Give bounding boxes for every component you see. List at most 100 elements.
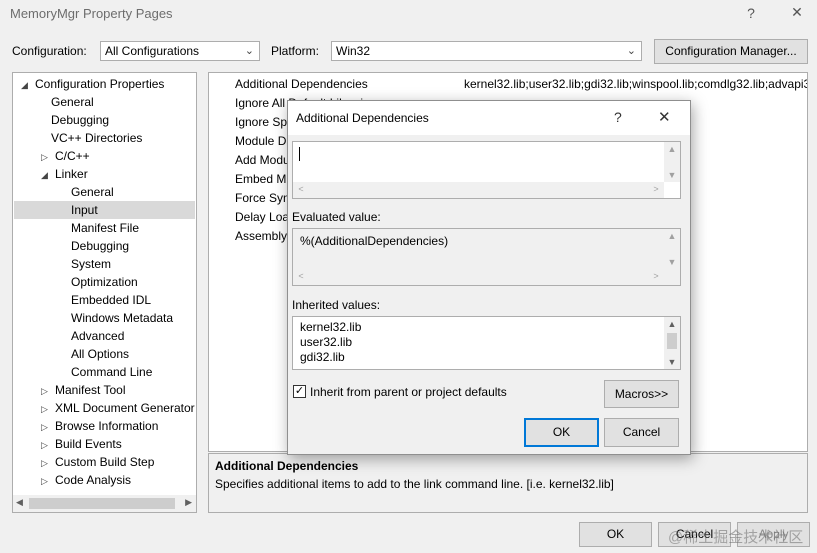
tree-scroll-thumb[interactable] — [29, 498, 175, 509]
dialog-ok-button[interactable]: OK — [524, 418, 599, 447]
tree-item-label: Optimization — [71, 275, 138, 289]
tree-item[interactable]: VC++ Directories — [51, 129, 142, 147]
scroll-up-icon[interactable]: ▲ — [664, 144, 680, 154]
tree-item[interactable]: ▷ Custom Build Step — [41, 453, 154, 471]
tree-item[interactable]: Command Line — [71, 363, 152, 381]
macros-button[interactable]: Macros>> — [604, 380, 679, 408]
dependencies-edit-box[interactable]: ▲ ▼ < > — [292, 141, 681, 199]
evaluated-horizontal-scrollbar: < > — [293, 269, 664, 285]
tree-item-label: System — [71, 257, 112, 271]
tree-item-label: XML Document Generator — [55, 401, 195, 415]
property-name[interactable]: Embed M — [235, 172, 286, 186]
text-caret — [299, 147, 300, 161]
expand-arrow-icon[interactable]: ▷ — [41, 148, 55, 166]
evaluated-vertical-scrollbar: ▲ ▼ — [664, 229, 680, 269]
chevron-down-icon: ⌄ — [244, 45, 254, 57]
ok-button[interactable]: OK — [579, 522, 652, 547]
tree-item[interactable]: Windows Metadata — [71, 309, 173, 327]
platform-label: Platform: — [271, 44, 320, 58]
tree-horizontal-scrollbar[interactable]: ◀ ▶ — [13, 495, 196, 512]
inherit-checkbox[interactable]: ✓ — [293, 385, 306, 398]
tree-item[interactable]: ▷ Manifest Tool — [41, 381, 125, 399]
tree-item-label: Windows Metadata — [71, 311, 174, 325]
dialog-cancel-button[interactable]: Cancel — [604, 418, 679, 447]
tree-item-label: Command Line — [71, 365, 153, 379]
scroll-down-icon[interactable]: ▼ — [664, 170, 680, 180]
property-value[interactable]: kernel32.lib;user32.lib;gdi32.lib;winspo… — [464, 77, 807, 91]
tree-item[interactable]: Optimization — [71, 273, 138, 291]
dialog-help-button[interactable]: ? — [614, 109, 622, 125]
property-name[interactable]: Delay Loa — [235, 210, 289, 224]
tree-item-label: Browse Information — [55, 419, 159, 433]
expand-arrow-icon[interactable]: ▷ — [41, 436, 55, 454]
tree-item[interactable]: ◢ Linker — [41, 165, 88, 183]
tree-item[interactable]: Input — [14, 201, 195, 219]
expand-arrow-icon[interactable]: ▷ — [41, 382, 55, 400]
expand-arrow-icon[interactable]: ▷ — [41, 418, 55, 436]
scroll-left-icon: < — [298, 271, 304, 281]
tree-item[interactable]: ▷ XML Document Generator — [41, 399, 195, 417]
evaluated-value-text: %(AdditionalDependencies) — [300, 234, 449, 248]
tree-item[interactable]: Debugging — [71, 237, 129, 255]
tree-item[interactable]: All Options — [71, 345, 129, 363]
expand-arrow-icon[interactable]: ▷ — [41, 472, 55, 490]
tree-item-label: Linker — [55, 167, 88, 181]
collapse-arrow-icon[interactable]: ◢ — [21, 76, 35, 94]
tree-item-label: Manifest Tool — [55, 383, 126, 397]
scroll-right-icon: > — [653, 271, 659, 281]
property-name[interactable]: Force Sym — [235, 191, 293, 205]
scroll-up-icon[interactable]: ▲ — [664, 319, 680, 329]
property-name[interactable]: Additional Dependencies — [235, 77, 368, 91]
scroll-right-icon[interactable]: > — [648, 184, 664, 194]
scroll-left-icon[interactable]: ◀ — [16, 497, 23, 508]
expand-arrow-icon[interactable]: ▷ — [41, 400, 55, 418]
help-button[interactable]: ? — [741, 5, 761, 21]
tree-item[interactable]: ▷ Build Events — [41, 435, 122, 453]
expand-arrow-icon[interactable]: ▷ — [41, 454, 55, 472]
property-tree[interactable]: ◢ Configuration Properties General Debuggin… — [12, 72, 197, 513]
scroll-down-icon: ▼ — [667, 257, 677, 267]
scroll-left-icon[interactable]: < — [293, 184, 309, 194]
tree-item[interactable]: ◢ Configuration Properties — [21, 75, 164, 93]
inherited-vertical-scrollbar[interactable]: ▲ ▼ — [664, 317, 680, 369]
inherit-checkbox-label[interactable]: Inherit from parent or project defaults — [310, 385, 507, 399]
tree-item[interactable]: Embedded IDL — [71, 291, 151, 309]
configuration-manager-button[interactable]: Configuration Manager... — [654, 39, 808, 64]
property-name[interactable]: Add Modu — [235, 153, 290, 167]
description-pane: Additional Dependencies Specifies additi… — [208, 453, 808, 513]
tree-item-label: Input — [71, 203, 98, 217]
tree-item[interactable]: System — [71, 255, 111, 273]
dialog-close-button[interactable]: ✕ — [658, 108, 671, 126]
configuration-label: Configuration: — [12, 44, 87, 58]
tree-item[interactable]: ▷ Code Analysis — [41, 471, 131, 489]
property-name[interactable]: Ignore Sp — [235, 115, 287, 129]
tree-item[interactable]: Advanced — [71, 327, 124, 345]
edit-horizontal-scrollbar[interactable]: < > — [293, 182, 664, 198]
inherited-value-item: user32.lib — [300, 335, 353, 349]
dialog-title: Additional Dependencies — [296, 111, 429, 125]
platform-dropdown[interactable]: Win32 ⌄ — [331, 41, 642, 61]
tree-item[interactable]: General — [71, 183, 114, 201]
inherited-values-label: Inherited values: — [292, 298, 381, 312]
configuration-dropdown[interactable]: All Configurations ⌄ — [100, 41, 260, 61]
tree-item[interactable]: ▷ Browse Information — [41, 417, 158, 435]
scroll-down-icon[interactable]: ▼ — [664, 357, 680, 367]
edit-vertical-scrollbar[interactable]: ▲ ▼ — [664, 142, 680, 182]
tree-item[interactable]: ▷ C/C++ — [41, 147, 90, 165]
chevron-down-icon: ⌄ — [626, 45, 636, 57]
tree-item-label: VC++ Directories — [51, 131, 143, 145]
tree-item-label: Custom Build Step — [55, 455, 155, 469]
tree-item-label: C/C++ — [55, 149, 90, 163]
description-title: Additional Dependencies — [215, 459, 359, 473]
property-name[interactable]: Assembly — [235, 229, 287, 243]
tree-item[interactable]: Manifest File — [71, 219, 139, 237]
close-button[interactable]: ✕ — [787, 4, 807, 21]
additional-dependencies-dialog: Additional Dependencies ? ✕ ▲ ▼ < > Eval… — [287, 100, 691, 455]
tree-item[interactable]: Debugging — [51, 111, 109, 129]
tree-item[interactable]: General — [51, 93, 94, 111]
property-name[interactable]: Module D — [235, 134, 286, 148]
inherited-values-list[interactable]: kernel32.lib user32.lib gdi32.lib ▲ ▼ — [292, 316, 681, 370]
inherited-scroll-thumb[interactable] — [667, 333, 677, 349]
scroll-right-icon[interactable]: ▶ — [185, 497, 192, 508]
collapse-arrow-icon[interactable]: ◢ — [41, 166, 55, 184]
